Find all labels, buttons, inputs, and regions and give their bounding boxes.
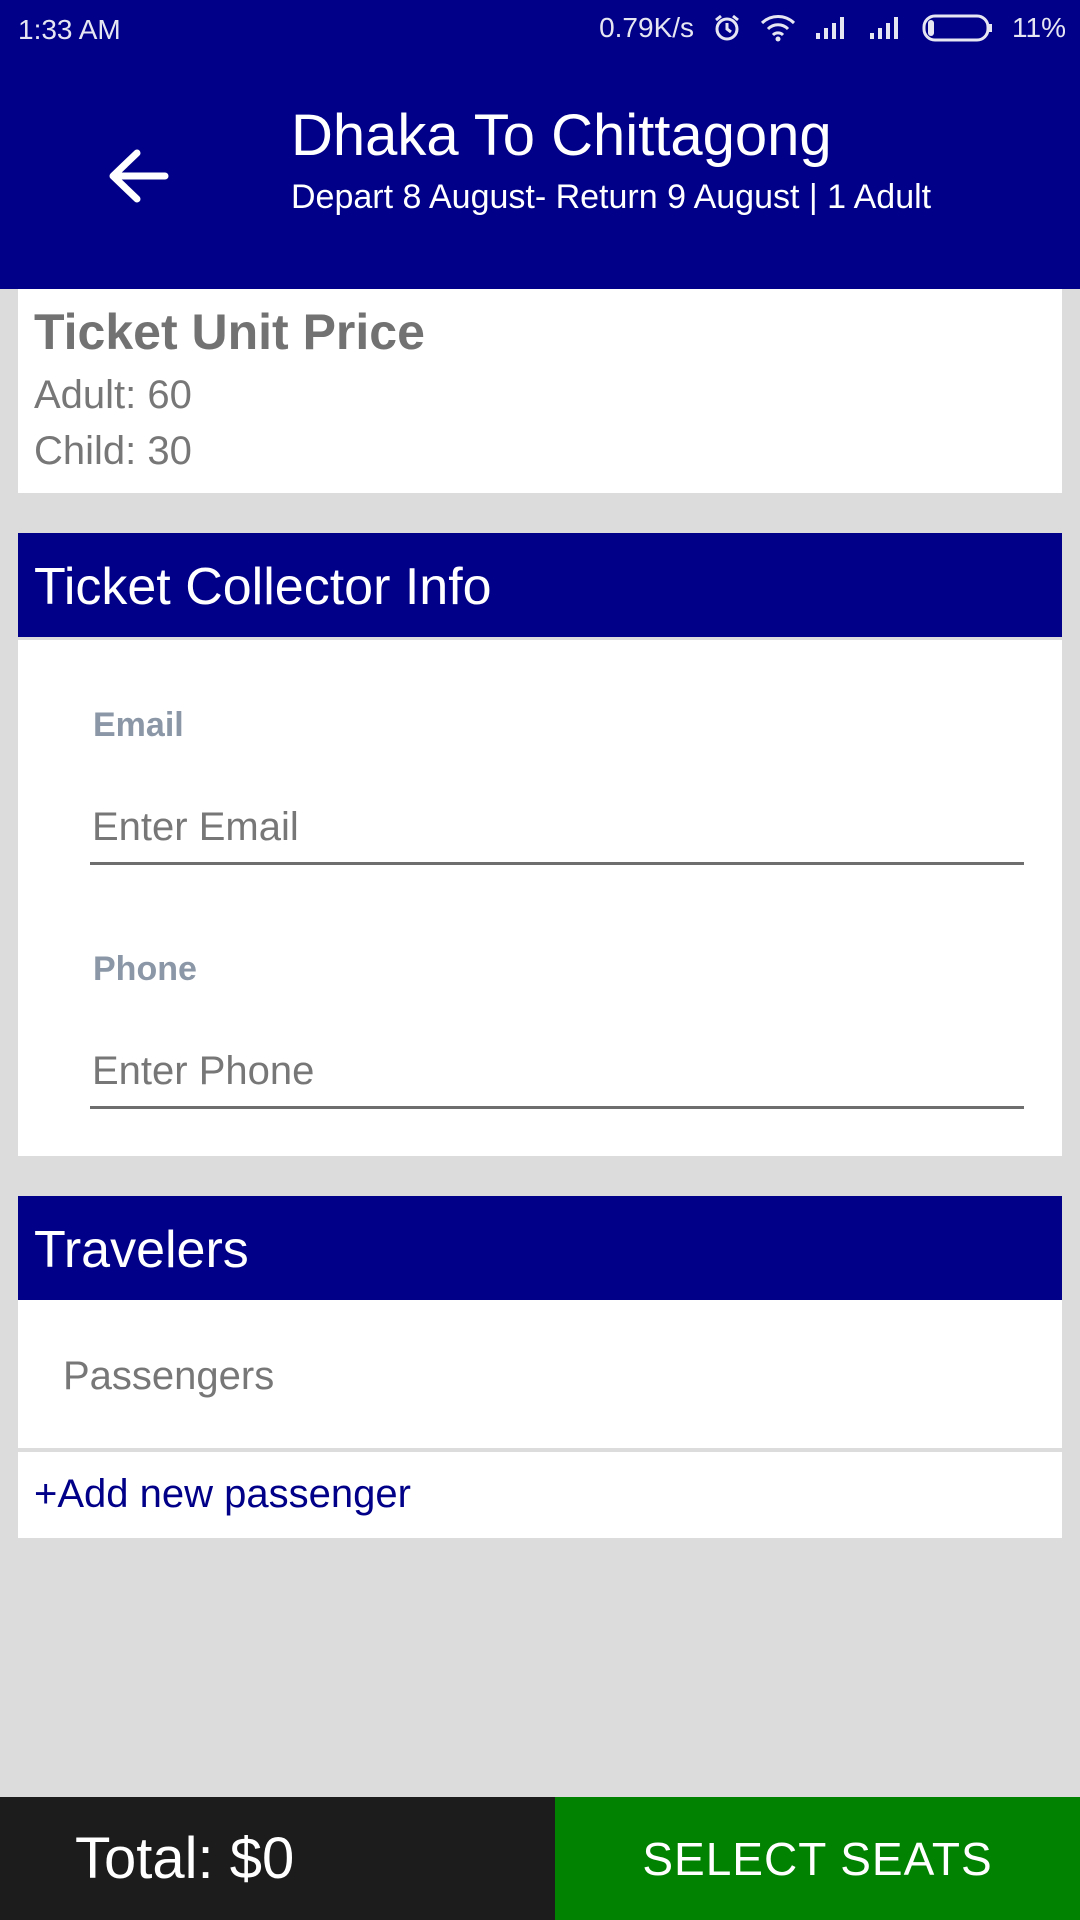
network-speed: 0.79K/s bbox=[599, 12, 695, 43]
battery-icon bbox=[922, 13, 994, 43]
signal-icon bbox=[814, 15, 850, 41]
ticket-price-card: Ticket Unit Price Adult: 60 Child: 30 bbox=[18, 289, 1062, 493]
status-icons: 0.79K/s 11% bbox=[599, 12, 1066, 44]
child-price: Child: 30 bbox=[34, 429, 192, 473]
app-bar: Dhaka To Chittagong Depart 8 August- Ret… bbox=[0, 60, 1080, 289]
alarm-icon bbox=[712, 13, 742, 43]
status-time: 1:33 AM bbox=[18, 14, 121, 45]
total-panel: Total: $0 bbox=[0, 1797, 555, 1920]
email-label: Email bbox=[93, 706, 184, 744]
back-button[interactable] bbox=[88, 128, 188, 228]
collector-header: Ticket Collector Info bbox=[18, 533, 1062, 637]
select-seats-button[interactable]: SELECT SEATS bbox=[555, 1797, 1080, 1920]
page-title: Dhaka To Chittagong bbox=[291, 103, 832, 168]
passengers-list: Passengers bbox=[18, 1300, 1062, 1448]
add-passenger-button[interactable]: +Add new passenger bbox=[34, 1472, 411, 1517]
phone-field[interactable] bbox=[90, 1036, 1024, 1109]
signal-icon bbox=[868, 15, 904, 41]
adult-price: Adult: 60 bbox=[34, 373, 192, 417]
collector-header-title: Ticket Collector Info bbox=[34, 558, 492, 616]
phone-label: Phone bbox=[93, 950, 197, 988]
email-field[interactable] bbox=[90, 792, 1024, 865]
travelers-header: Travelers bbox=[18, 1196, 1062, 1300]
price-title: Ticket Unit Price bbox=[34, 304, 425, 360]
status-bar: 1:33 AM 0.79K/s 11% bbox=[0, 0, 1080, 60]
travelers-header-title: Travelers bbox=[34, 1221, 249, 1279]
total-price: Total: $0 bbox=[75, 1826, 295, 1891]
collector-form: Email Phone bbox=[18, 640, 1062, 1156]
battery-percent: 11% bbox=[1012, 12, 1066, 43]
arrow-left-icon bbox=[105, 143, 171, 214]
wifi-icon bbox=[760, 14, 796, 42]
bottom-bar: Total: $0 SELECT SEATS bbox=[0, 1797, 1080, 1920]
add-passenger-row: +Add new passenger bbox=[18, 1452, 1062, 1538]
page-subtitle: Depart 8 August- Return 9 August | 1 Adu… bbox=[291, 178, 932, 216]
passengers-label: Passengers bbox=[63, 1354, 275, 1398]
